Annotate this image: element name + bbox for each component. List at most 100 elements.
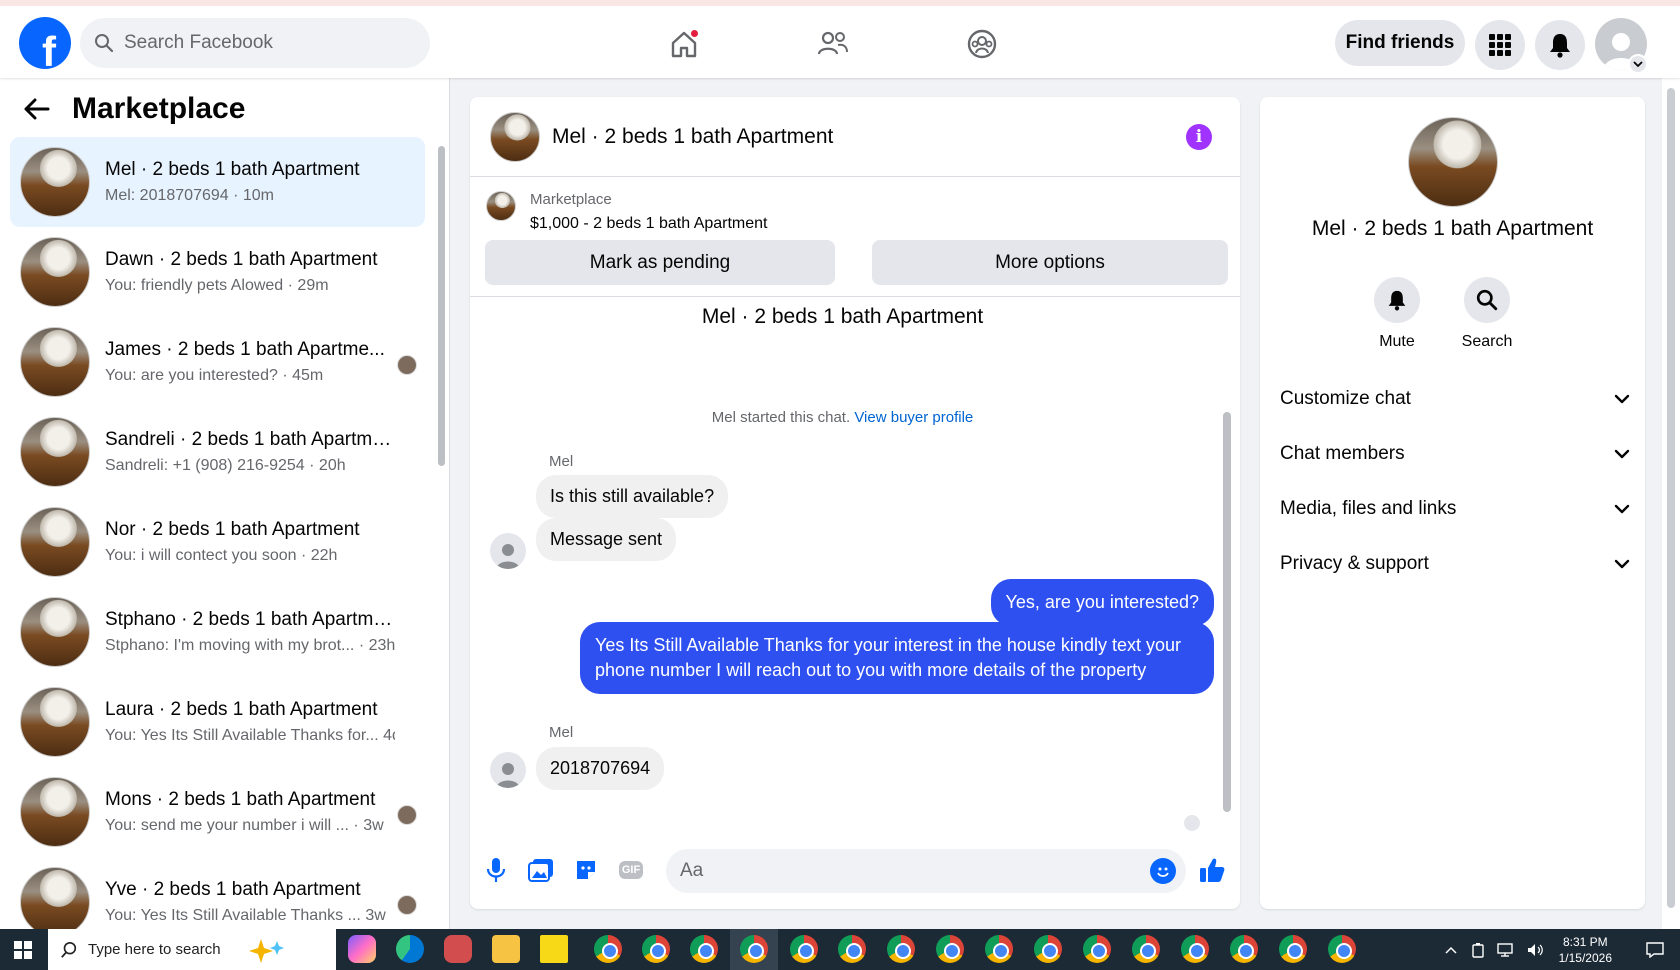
incoming-message[interactable]: Is this still available?: [536, 475, 729, 518]
chevron-up-icon[interactable]: [1445, 946, 1457, 954]
edge-app-icon[interactable]: [396, 935, 424, 963]
chrome-app-icon[interactable]: [1279, 935, 1307, 963]
volume-icon[interactable]: [1527, 943, 1545, 957]
info-icon[interactable]: i: [1186, 124, 1212, 150]
facebook-logo[interactable]: f: [19, 17, 71, 69]
chevron-down-icon: [1614, 504, 1630, 514]
notification-center-icon[interactable]: [1646, 941, 1664, 958]
home-tab[interactable]: [664, 24, 704, 64]
seen-avatar: [397, 805, 417, 825]
chrome-app-icon[interactable]: [887, 935, 915, 963]
network-icon[interactable]: [1496, 942, 1515, 957]
chrome-app-icon[interactable]: [690, 935, 718, 963]
emoji-button[interactable]: [1150, 858, 1176, 884]
conversation-preview: Mel: 2018707694 · 10m: [105, 187, 274, 204]
search-box[interactable]: [80, 18, 430, 68]
taskbar-clock[interactable]: 8:31 PM 1/15/2026: [1559, 934, 1612, 966]
mark-as-pending-button[interactable]: Mark as pending: [485, 240, 835, 285]
voice-clip-button[interactable]: [482, 856, 510, 884]
find-friends-button[interactable]: Find friends: [1335, 20, 1465, 66]
message-input[interactable]: [666, 849, 1186, 893]
conversation-item[interactable]: Mons · 2 beds 1 bath Apartment You: send …: [10, 767, 425, 857]
taskbar-search[interactable]: Type here to search: [48, 929, 336, 970]
chat-title[interactable]: Mel · 2 beds 1 bath Apartment: [552, 125, 833, 149]
menu-button[interactable]: [1475, 20, 1525, 70]
conversation-preview: You: are you interested? · 45m: [105, 367, 324, 384]
conversation-title: Laura · 2 beds 1 bath Apartment: [105, 699, 378, 720]
chrome-app-icon[interactable]: [1132, 935, 1160, 963]
friends-tab[interactable]: [813, 24, 853, 64]
scrollbar-thumb[interactable]: [1667, 88, 1675, 908]
chat-profile-photo[interactable]: [1408, 117, 1498, 207]
view-buyer-profile-link[interactable]: View buyer profile: [854, 409, 973, 426]
copilot-app-icon[interactable]: [348, 935, 376, 963]
page-scrollbar[interactable]: [1662, 78, 1680, 929]
gif-button[interactable]: GIF: [617, 856, 645, 884]
conversation-title: Nor · 2 beds 1 bath Apartment: [105, 519, 360, 540]
privacy-support-section[interactable]: Privacy & support: [1280, 544, 1630, 584]
conversation-preview: Sandreli: +1 (908) 216-9254 · 20h: [105, 457, 346, 474]
chat-thumbnail[interactable]: [490, 111, 540, 162]
conversation-item[interactable]: Dawn · 2 beds 1 bath Apartment You: frien…: [10, 227, 425, 317]
default-user-icon: [496, 763, 520, 788]
chrome-app-icon[interactable]: [1034, 935, 1062, 963]
chrome-app-icon[interactable]: [594, 935, 622, 963]
smiley-icon: [1157, 867, 1169, 877]
listing-price[interactable]: $1,000 - 2 beds 1 bath Apartment: [530, 215, 768, 233]
chat-scrollbar[interactable]: [1222, 302, 1232, 827]
search-input[interactable]: [124, 32, 394, 54]
conversation-item[interactable]: Laura · 2 beds 1 bath Apartment You: Yes …: [10, 677, 425, 767]
file-explorer-icon[interactable]: [492, 935, 520, 963]
chrome-app-icon[interactable]: [1083, 935, 1111, 963]
read-receipt-avatar: [1184, 815, 1200, 831]
scrollbar-thumb[interactable]: [1223, 412, 1231, 812]
conversation-item[interactable]: Stphano · 2 beds 1 bath Apartme... Stphan…: [10, 587, 425, 677]
chrome-app-icon[interactable]: [1230, 935, 1258, 963]
incoming-message[interactable]: 2018707694: [536, 747, 665, 790]
listing-thumbnail[interactable]: [486, 191, 516, 221]
conversation-list-scrollbar[interactable]: [436, 136, 446, 916]
sticker-button[interactable]: [572, 856, 600, 884]
sender-avatar[interactable]: [490, 752, 526, 788]
back-arrow-icon[interactable]: [24, 98, 50, 120]
outgoing-message[interactable]: Yes, are you interested?: [990, 579, 1214, 626]
chrome-app-icon[interactable]: [740, 935, 768, 963]
like-button[interactable]: [1198, 856, 1226, 884]
conversation-item[interactable]: Sandreli · 2 beds 1 bath Apartment Sandre…: [10, 407, 425, 497]
mute-action[interactable]: Mute: [1357, 277, 1437, 351]
chrome-app-icon[interactable]: [790, 935, 818, 963]
chrome-app-icon[interactable]: [838, 935, 866, 963]
chat-members-section[interactable]: Chat members: [1280, 434, 1630, 474]
media-files-links-section[interactable]: Media, files and links: [1280, 489, 1630, 529]
conversation-item[interactable]: James · 2 beds 1 bath Apartme... You: are…: [10, 317, 425, 407]
windows-start-icon[interactable]: [14, 941, 32, 959]
sticky-notes-icon[interactable]: [540, 935, 568, 963]
chrome-app-icon[interactable]: [1328, 935, 1356, 963]
attach-photo-button[interactable]: [527, 856, 555, 884]
groups-tab[interactable]: [962, 24, 1002, 64]
taskbar-search-placeholder: Type here to search: [88, 941, 221, 958]
customize-chat-section[interactable]: Customize chat: [1280, 379, 1630, 419]
mute-button[interactable]: [1374, 277, 1420, 323]
mute-label: Mute: [1379, 333, 1415, 350]
paint-app-icon[interactable]: [444, 935, 472, 963]
scrollbar-thumb[interactable]: [438, 146, 445, 466]
chrome-app-icon[interactable]: [985, 935, 1013, 963]
conversation-preview: You: send me your number i will ... · 3w: [105, 817, 384, 834]
battery-icon[interactable]: [1471, 942, 1485, 958]
more-options-button[interactable]: More options: [872, 240, 1228, 285]
conversation-item[interactable]: Nor · 2 beds 1 bath Apartment You: i will…: [10, 497, 425, 587]
default-user-icon: [496, 544, 520, 569]
chrome-app-icon[interactable]: [1181, 935, 1209, 963]
chrome-app-icon[interactable]: [642, 935, 670, 963]
conversation-item[interactable]: Mel · 2 beds 1 bath Apartment Mel: 201870…: [10, 137, 425, 227]
notifications-button[interactable]: [1535, 20, 1585, 70]
account-menu-chevron[interactable]: [1628, 54, 1648, 74]
outgoing-message[interactable]: Yes Its Still Available Thanks for your …: [580, 622, 1214, 694]
sender-avatar[interactable]: [490, 533, 526, 569]
started-text: Mel started this chat.: [711, 409, 851, 426]
search-action[interactable]: Search: [1447, 277, 1527, 351]
incoming-message[interactable]: Message sent: [536, 518, 677, 561]
chrome-app-icon[interactable]: [936, 935, 964, 963]
search-in-chat-button[interactable]: [1464, 277, 1510, 323]
